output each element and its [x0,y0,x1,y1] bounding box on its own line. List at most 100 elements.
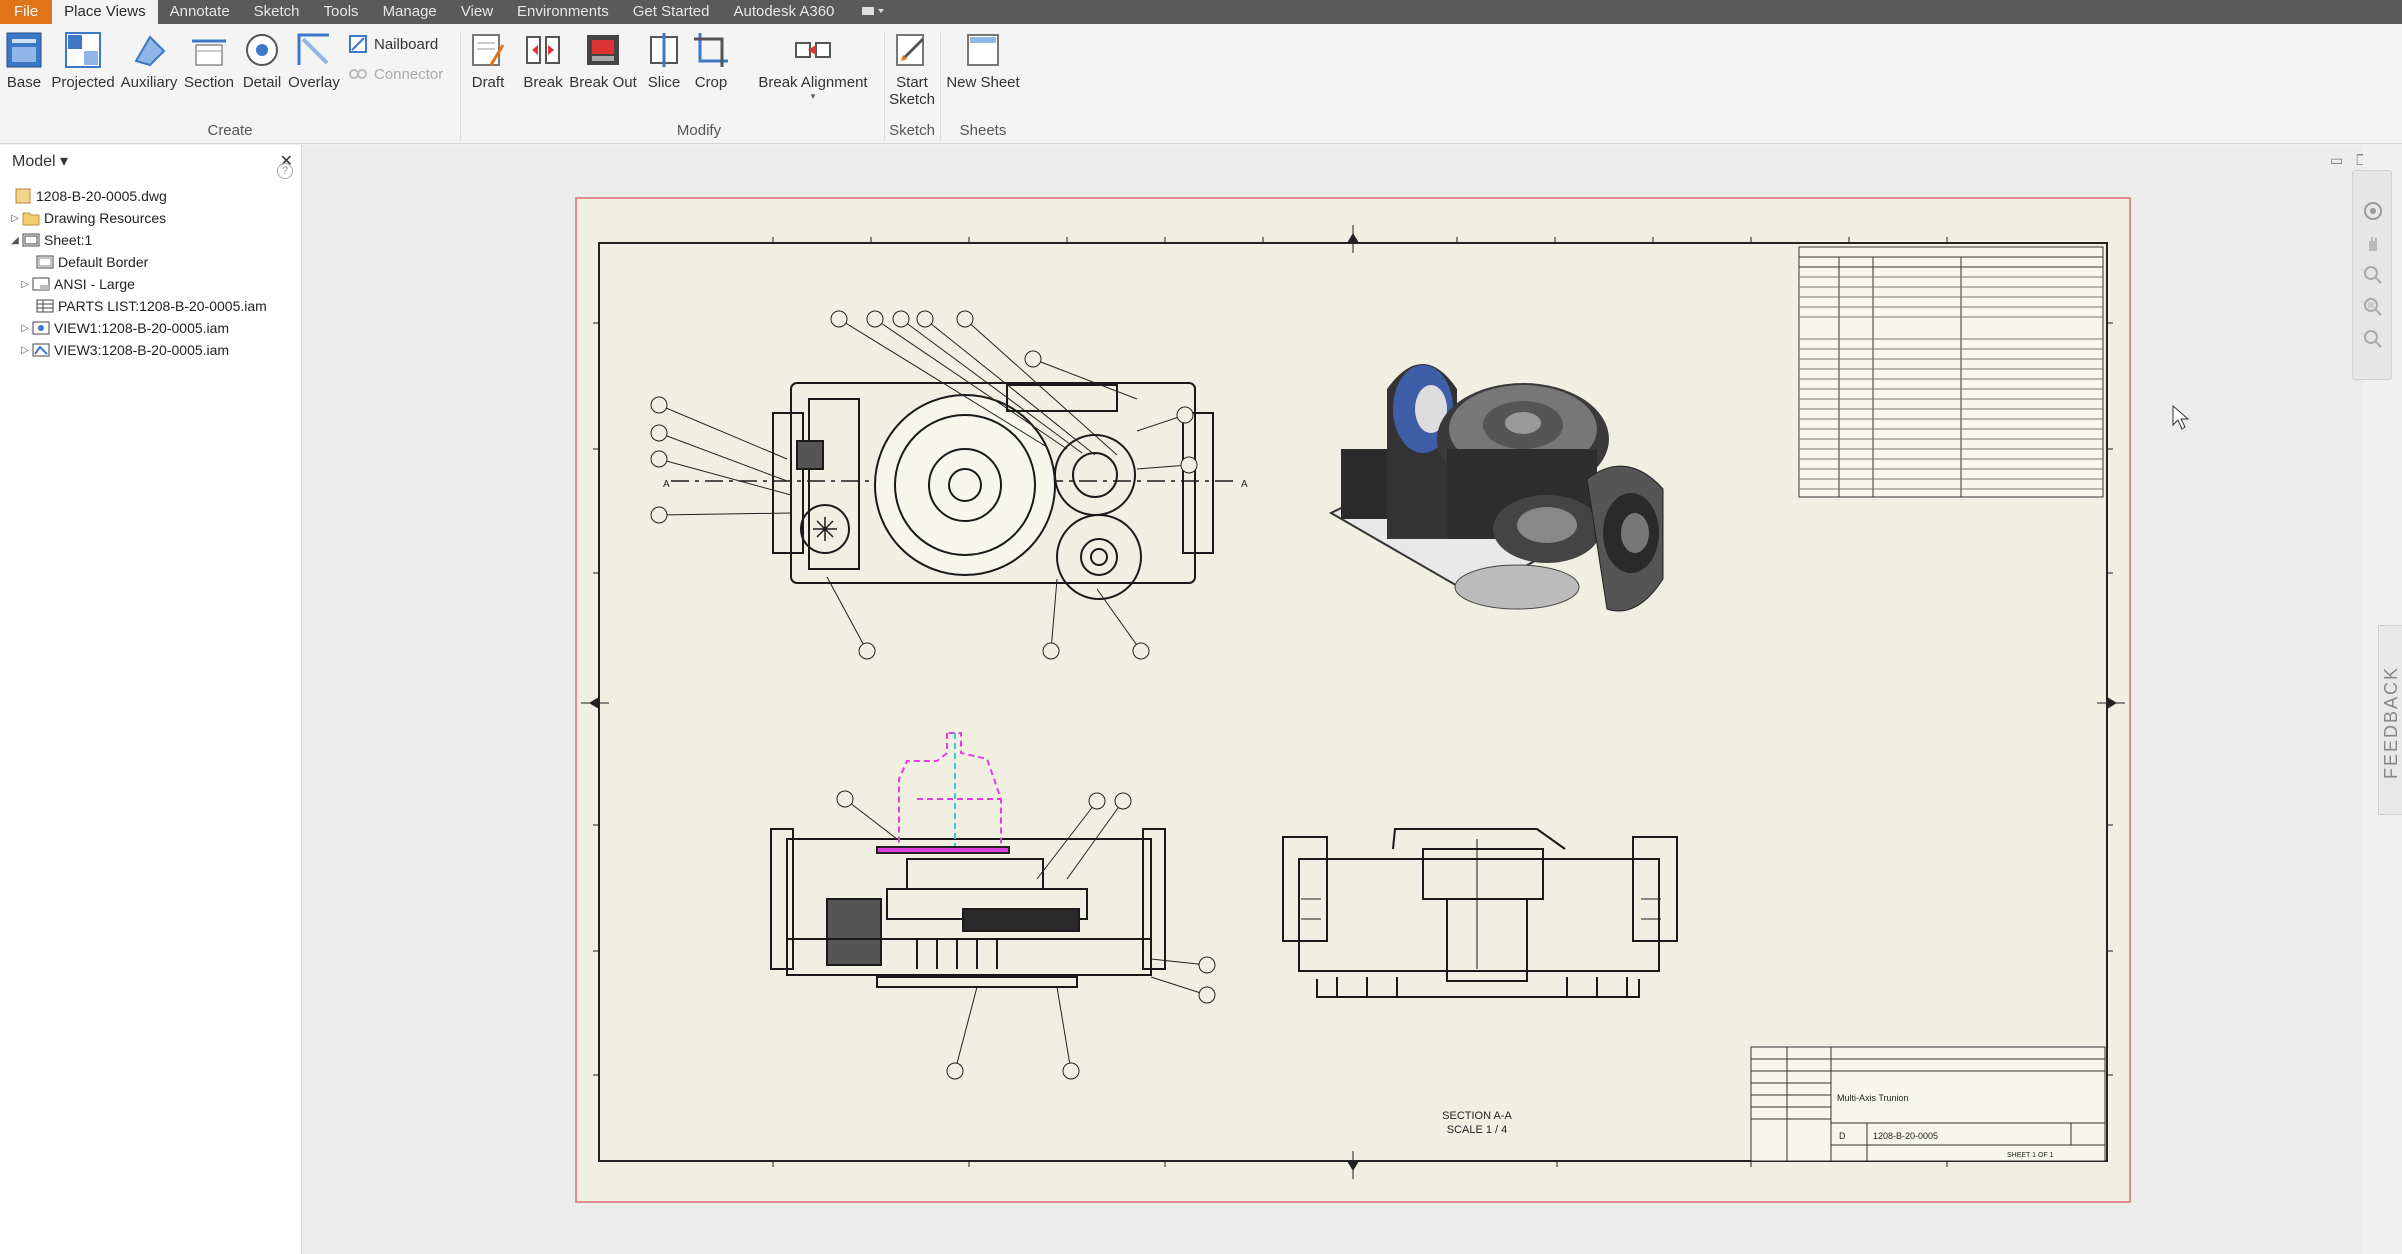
start-sketch-button[interactable]: Start Sketch [888,30,936,108]
section-view-button[interactable]: Section [180,30,238,91]
tab-get-started[interactable]: Get Started [621,0,722,24]
ribbon: Base Projected Auxiliary Section Detail [0,24,2402,144]
section-marker-right: A [1241,479,1248,490]
section-view-icon [189,30,229,70]
create-panel-label: Create [207,122,253,139]
pan-hand-icon[interactable] [2363,233,2383,253]
break-out-button[interactable]: Break Out [568,30,638,91]
slice-icon [644,30,684,70]
new-sheet-button[interactable]: New Sheet [944,30,1022,91]
menu-bar: File Place Views Annotate Sketch Tools M… [0,0,2402,24]
start-sketch-icon [892,30,932,70]
tab-tools[interactable]: Tools [312,0,371,24]
browser-title-dropdown[interactable]: Model ▾ [12,151,68,171]
base-view-icon [4,30,44,70]
help-icon[interactable]: ? [277,163,293,179]
tree-item-view1[interactable]: ▷ VIEW1:1208-B-20-0005.iam [18,317,229,339]
folder-icon [22,210,40,226]
drawing-file-icon [14,188,32,204]
scale-label: SCALE 1 / 4 [1447,1124,1508,1136]
projected-view-icon [63,30,103,70]
tree-item-sheet[interactable]: ◢ Sheet:1 [8,229,92,251]
modify-panel-label: Modify [676,122,722,139]
drawing-view-isometric[interactable] [1328,364,1664,612]
title-block-icon [32,276,50,292]
projected-view-button[interactable]: Projected [48,30,118,91]
parts-list-table[interactable] [1798,246,2104,498]
slice-button[interactable]: Slice [640,30,688,91]
crop-button[interactable]: Crop [688,30,734,91]
tab-view[interactable]: View [449,0,505,24]
tree-item-drawing-resources[interactable]: ▷ Drawing Resources [8,207,166,229]
detail-view-icon [242,30,282,70]
sketch-panel-label: Sketch [889,122,935,139]
tab-annotate[interactable]: Annotate [158,0,242,24]
break-alignment-icon [793,30,833,70]
auxiliary-view-button[interactable]: Auxiliary [118,30,180,91]
file-menu[interactable]: File [0,0,53,24]
minimize-icon[interactable]: ▭ [2330,152,2343,169]
nailboard-button[interactable]: Nailboard [348,34,438,54]
panel-divider [460,32,461,140]
tree-item-title-block[interactable]: ▷ ANSI - Large [18,273,135,295]
model-browser: Model ▾ ✕ ? 1208-B-20-0005.dwg ▷ Drawing… [0,145,302,1254]
break-icon [523,30,563,70]
draft-icon [468,30,508,70]
auxiliary-view-icon [129,30,169,70]
tab-sketch[interactable]: Sketch [242,0,312,24]
navigation-bar [2352,170,2392,380]
title-block-title: Multi-Axis Trunion [1837,1093,1909,1103]
drawing-view-top[interactable] [671,382,1237,600]
steering-wheel-icon[interactable] [2363,201,2383,221]
expand-icon[interactable]: ▷ [18,279,32,290]
feedback-tab[interactable]: FEEDBACK [2378,625,2402,815]
tab-autodesk-a360[interactable]: Autodesk A360 [721,0,846,24]
drawing-view-icon [32,342,50,358]
drawing-number: 1208-B-20-0005 [1873,1131,1938,1141]
break-out-icon [583,30,623,70]
expand-icon[interactable]: ▷ [18,323,32,334]
mouse-cursor-icon [2172,405,2190,430]
zoom-icon[interactable] [2363,265,2383,285]
chevron-down-icon: ▾ [810,91,816,101]
balloon-callouts-front [836,790,1216,1080]
sheet-number: SHEET 1 OF 1 [2007,1152,2054,1159]
sheet-graphics: A A SECTION A-A SCALE 1 / 4 Multi-Axis T… [581,225,2125,1179]
graphics-window[interactable]: A A SECTION A-A SCALE 1 / 4 Multi-Axis T… [303,145,2363,1254]
drawing-view-section[interactable] [1282,828,1678,998]
detail-view-button[interactable]: Detail [238,30,286,91]
section-label: SECTION A-A [1442,1110,1512,1122]
expand-icon[interactable]: ▷ [8,213,22,224]
tree-item-default-border[interactable]: Default Border [36,251,148,273]
base-view-button[interactable]: Base [2,30,46,91]
overlay-view-button[interactable]: Overlay [286,30,342,91]
highlighted-component[interactable] [876,732,1010,854]
tree-item-view3[interactable]: ▷ VIEW3:1208-B-20-0005.iam [18,339,229,361]
tab-environments[interactable]: Environments [505,0,621,24]
sheets-panel-label: Sheets [959,122,1007,139]
expand-icon[interactable]: ▷ [18,345,32,356]
section-marker-left: A [663,479,670,490]
drawing-sheet[interactable]: A A SECTION A-A SCALE 1 / 4 Multi-Axis T… [575,197,2131,1203]
tree-item-drawing-file[interactable]: 1208-B-20-0005.dwg [14,185,167,207]
title-block[interactable] [1750,1046,2106,1162]
break-alignment-button[interactable]: Break Alignment ▾ [752,30,874,102]
draft-button[interactable]: Draft [466,30,510,91]
connector-button[interactable]: Connector [348,64,443,84]
tree-item-parts-list[interactable]: PARTS LIST:1208-B-20-0005.iam [36,295,267,317]
zoom-all-icon[interactable] [2363,329,2383,349]
sheet-size: D [1839,1131,1846,1141]
collapse-icon[interactable]: ◢ [8,235,22,246]
tab-manage[interactable]: Manage [371,0,449,24]
sheet-icon [22,232,40,248]
connector-icon [349,69,367,79]
border-icon [36,254,54,270]
ribbon-options-icon[interactable] [846,4,900,21]
zoom-window-icon[interactable] [2363,297,2383,317]
crop-icon [691,30,731,70]
break-button[interactable]: Break [518,30,568,91]
nailboard-icon [349,35,367,53]
tab-place-views[interactable]: Place Views [52,0,158,24]
drawing-view-icon [32,320,50,336]
parts-list-icon [36,298,54,314]
